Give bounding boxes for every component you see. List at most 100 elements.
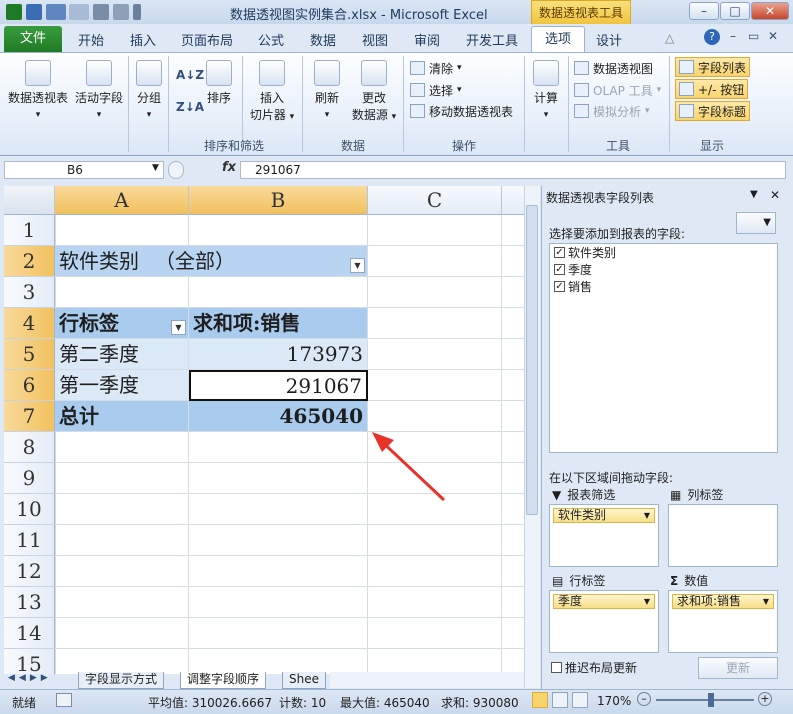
name-box[interactable]: B6 — [4, 161, 164, 179]
checkbox-checked-icon[interactable]: ✓ — [554, 247, 565, 258]
filter-zone-item[interactable]: 软件类别 ▼ — [553, 508, 655, 523]
sheet-tab[interactable]: Shee — [282, 672, 326, 689]
row-header-12[interactable]: 12 — [4, 556, 55, 587]
filter-dropdown-icon[interactable]: ▼ — [350, 258, 365, 273]
clear-button[interactable]: 清除 ▾ — [410, 58, 462, 78]
olap-tools-button[interactable]: OLAP 工具 ▾ — [574, 80, 661, 100]
tab-review[interactable]: 审阅 — [414, 30, 440, 49]
column-header-c[interactable]: C — [368, 186, 502, 215]
sort-button[interactable]: 排序 — [202, 60, 236, 106]
page-layout-view-icon[interactable] — [552, 692, 568, 708]
grand-total-value-cell[interactable]: 465040 — [189, 401, 368, 432]
name-box-dropdown-icon[interactable]: ▼ — [152, 163, 159, 173]
maximize-button[interactable]: □ — [720, 2, 750, 20]
column-header-d[interactable] — [502, 186, 524, 215]
normal-view-icon[interactable] — [532, 692, 548, 708]
pane-close-icon[interactable]: ✕ — [770, 188, 780, 202]
defer-update-checkbox[interactable]: 推迟布局更新 — [547, 659, 637, 676]
tab-options[interactable]: 选项 — [531, 26, 585, 53]
update-button[interactable]: 更新 — [698, 657, 778, 679]
plus-minus-toggle[interactable]: +/- 按钮 — [675, 79, 749, 99]
dropdown-icon[interactable]: ▼ — [644, 509, 650, 522]
change-data-source-button[interactable]: 更改 数据源 ▾ — [348, 60, 400, 123]
row-header-10[interactable]: 10 — [4, 494, 55, 525]
row-header-15[interactable]: 15 — [4, 649, 55, 674]
row-labels-dropdown-icon[interactable]: ▼ — [171, 320, 186, 335]
row-header-5[interactable]: 5 — [4, 339, 55, 370]
what-if-button[interactable]: 模拟分析 ▾ — [574, 101, 650, 121]
report-filter-cell[interactable]: 软件类别 （全部） — [55, 246, 368, 277]
tab-data[interactable]: 数据 — [310, 30, 336, 49]
field-list-toggle[interactable]: 字段列表 — [675, 57, 751, 77]
print-preview-icon[interactable] — [113, 4, 130, 20]
doc-minimize-icon[interactable]: – — [730, 29, 736, 43]
row-header-1[interactable]: 1 — [4, 215, 55, 246]
tab-view[interactable]: 视图 — [362, 30, 388, 49]
zoom-out-icon[interactable]: – — [637, 692, 651, 706]
row-header-8[interactable]: 8 — [4, 432, 55, 463]
zoom-slider-thumb[interactable] — [708, 693, 714, 707]
tab-home[interactable]: 开始 — [78, 30, 104, 49]
pivot-table-button[interactable]: 数据透视表 ▾ — [6, 60, 70, 120]
values-zone-item[interactable]: 求和项:销售 ▼ — [672, 594, 774, 609]
page-break-view-icon[interactable] — [572, 692, 588, 708]
calculate-button[interactable]: 计算 ▾ — [528, 60, 564, 120]
row-labels-header-cell[interactable]: 行标签 — [55, 308, 189, 339]
horizontal-scrollbar[interactable] — [330, 672, 524, 688]
insert-slicer-button[interactable]: 插入 切片器 ▾ — [246, 60, 298, 123]
field-checkbox-sales[interactable]: ✓ 销售 — [550, 278, 777, 295]
checkbox-unchecked-icon[interactable] — [551, 662, 562, 673]
tab-file[interactable]: 文件 — [4, 26, 62, 52]
value-cell[interactable]: 173973 — [189, 339, 368, 370]
values-zone[interactable]: 求和项:销售 ▼ — [668, 590, 778, 653]
undo-icon[interactable] — [45, 4, 66, 20]
row-header-7[interactable]: 7 — [4, 401, 55, 432]
zoom-level[interactable]: 170% — [597, 694, 631, 708]
tab-page-layout[interactable]: 页面布局 — [181, 30, 233, 49]
sheet-tab[interactable]: 字段显示方式 — [78, 672, 165, 689]
field-checkbox-quarter[interactable]: ✓ 季度 — [550, 261, 777, 278]
grand-total-label-cell[interactable]: 总计 — [55, 401, 189, 432]
print-icon[interactable] — [93, 4, 110, 20]
sort-az-icon[interactable]: A↓Z — [176, 68, 204, 82]
macro-record-icon[interactable] — [56, 693, 72, 707]
report-filter-zone[interactable]: 软件类别 ▼ — [549, 504, 659, 567]
spreadsheet-grid[interactable]: A B C 1 2 3 4 5 6 7 8 9 10 11 12 13 14 1… — [4, 186, 524, 674]
field-headers-toggle[interactable]: 字段标题 — [675, 101, 751, 121]
row-labels-zone[interactable]: 季度 ▼ — [549, 590, 659, 653]
formula-bar-handle[interactable] — [168, 161, 184, 179]
doc-close-icon[interactable]: ✕ — [768, 29, 778, 43]
row-header-11[interactable]: 11 — [4, 525, 55, 556]
zoom-in-icon[interactable]: + — [758, 692, 772, 706]
row-header-3[interactable]: 3 — [4, 277, 55, 308]
sheet-tab-active[interactable]: 调整字段顺序 — [180, 672, 267, 689]
close-button[interactable]: ✕ — [751, 2, 789, 20]
sort-za-icon[interactable]: Z↓A — [176, 100, 204, 114]
select-all-corner[interactable] — [4, 186, 55, 215]
row-header-13[interactable]: 13 — [4, 587, 55, 618]
active-field-button[interactable]: 活动字段 ▾ — [72, 60, 126, 120]
formula-input[interactable]: 291067 — [240, 161, 786, 179]
save-icon[interactable] — [25, 4, 42, 20]
dropdown-icon[interactable]: ▼ — [644, 595, 650, 608]
customize-qa-icon[interactable] — [132, 4, 141, 20]
field-checkbox-category[interactable]: ✓ 软件类别 — [550, 244, 777, 261]
row-label-cell[interactable]: 第二季度 — [55, 339, 189, 370]
minimize-button[interactable]: – — [689, 2, 719, 20]
tab-formulas[interactable]: 公式 — [258, 30, 284, 49]
layout-options-icon[interactable]: ▼ — [736, 212, 776, 234]
active-cell[interactable]: 291067 — [189, 370, 368, 401]
vertical-scroll-thumb[interactable] — [526, 205, 538, 515]
checkbox-checked-icon[interactable]: ✓ — [554, 264, 565, 275]
group-button[interactable]: 分组 ▾ — [132, 60, 166, 120]
help-icon[interactable]: ? — [704, 29, 720, 45]
row-zone-item[interactable]: 季度 ▼ — [553, 594, 655, 609]
row-header-14[interactable]: 14 — [4, 618, 55, 649]
zoom-slider-track[interactable] — [656, 699, 754, 701]
row-header-4[interactable]: 4 — [4, 308, 55, 339]
refresh-button[interactable]: 刷新 ▾ — [308, 60, 346, 120]
row-label-cell[interactable]: 第一季度 — [55, 370, 189, 401]
ribbon-minimize-icon[interactable]: △ — [665, 31, 674, 45]
column-labels-zone[interactable] — [668, 504, 778, 567]
fx-icon[interactable]: fx — [222, 160, 236, 175]
